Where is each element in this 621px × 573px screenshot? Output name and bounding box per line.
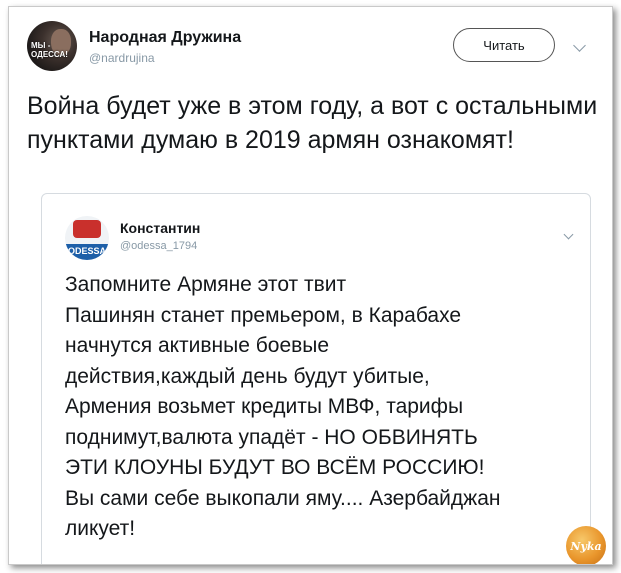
watermark-text: Nyka <box>570 539 602 553</box>
quoted-text-line: поднимут,валюта упадёт - НО ОБВИНЯТЬ <box>65 425 478 449</box>
avatar-caption: ODESSA <box>67 246 106 256</box>
quoted-tweet[interactable]: ODESSA Константин @odessa_1794 Запомните… <box>41 193 591 564</box>
quoted-text-line: ликует! <box>65 517 136 540</box>
quoted-author-avatar[interactable]: ODESSA <box>65 216 109 260</box>
tweet-text: Война будет уже в этом году, а вот с ост… <box>27 92 598 154</box>
chevron-down-icon[interactable] <box>563 229 574 240</box>
avatar-emblem <box>73 220 101 238</box>
watermark-logo: Nyka <box>566 526 606 564</box>
quoted-tweet-text: Запомните Армяне этот твит Пашинян стане… <box>65 270 590 545</box>
quoted-text-line: ЭТИ КЛОУНЫ БУДУТ ВО ВСЁМ РОССИЮ! <box>65 456 485 479</box>
quoted-text-line: начнутся активные боевые <box>65 334 330 357</box>
quoted-author-handle[interactable]: @odessa_1794 <box>120 240 197 252</box>
tweet-card: МЫ - ОДЕССА! Народная Дружина @nardrujin… <box>8 6 613 565</box>
chevron-down-icon[interactable] <box>573 39 586 52</box>
author-handle[interactable]: @nardrujina <box>89 51 155 65</box>
quoted-text-line: действия,каждый день будут убитые, <box>65 364 430 388</box>
quoted-text-line: Вы сами себе выкопали яму.... Азербайджа… <box>65 486 501 510</box>
quoted-text-line: Пашинян станет премьером, в Карабахе <box>65 303 462 327</box>
author-avatar[interactable]: МЫ - ОДЕССА! <box>27 21 77 71</box>
quoted-author-name[interactable]: Константин <box>120 220 200 236</box>
quoted-text-line: Запомните Армяне этот твит <box>65 273 347 296</box>
author-name[interactable]: Народная Дружина <box>89 29 241 47</box>
follow-button[interactable]: Читать <box>453 28 555 62</box>
avatar-caption: МЫ - ОДЕССА! <box>31 41 68 59</box>
quoted-text-line: Армения возьмет кредиты МВФ, тарифы <box>65 395 464 418</box>
